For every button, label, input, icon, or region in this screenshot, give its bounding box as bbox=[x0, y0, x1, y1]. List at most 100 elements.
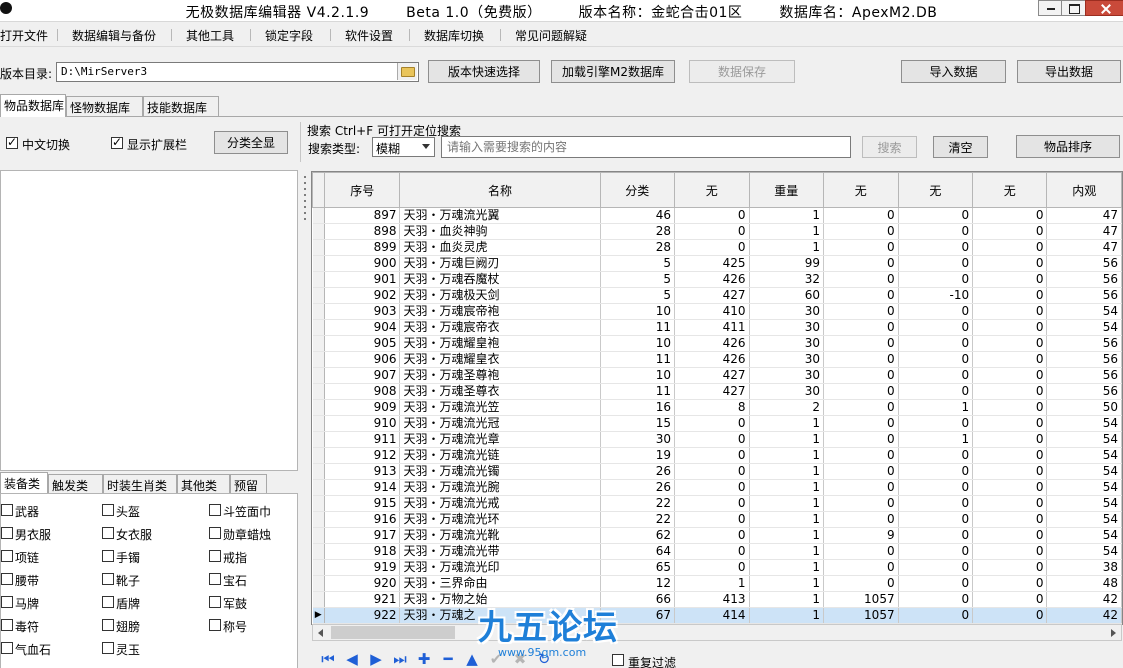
table-cell[interactable]: 0 bbox=[674, 463, 750, 480]
table-cell[interactable]: 900 bbox=[324, 255, 401, 272]
row-indicator[interactable] bbox=[312, 463, 325, 480]
table-cell[interactable]: 天羽・万魂耀皇衣 bbox=[399, 351, 601, 368]
row-indicator[interactable] bbox=[312, 255, 325, 272]
table-cell[interactable]: 54 bbox=[1046, 319, 1122, 336]
table-cell[interactable]: 0 bbox=[823, 287, 899, 304]
export-data-button[interactable]: 导出数据 bbox=[1017, 60, 1121, 83]
table-cell[interactable]: 0 bbox=[898, 335, 974, 352]
table-cell[interactable]: 0 bbox=[898, 575, 974, 592]
table-cell[interactable]: 1 bbox=[898, 399, 974, 416]
table-cell[interactable]: 54 bbox=[1046, 415, 1122, 432]
table-cell[interactable]: 0 bbox=[898, 239, 974, 256]
table-cell[interactable]: 0 bbox=[823, 575, 899, 592]
table-cell[interactable]: 54 bbox=[1046, 431, 1122, 448]
table-cell[interactable]: 8 bbox=[674, 399, 750, 416]
menu-settings[interactable]: 软件设置 bbox=[345, 27, 393, 44]
col-header-none-3[interactable]: 无 bbox=[897, 172, 974, 208]
table-cell[interactable]: 2 bbox=[749, 399, 824, 416]
table-row[interactable]: 915 天羽・万魂流光戒 22 0 1 0 0 0 54 bbox=[312, 495, 1122, 512]
table-row[interactable]: 902 天羽・万魂极天剑 5 427 60 0 -10 0 56 bbox=[312, 287, 1122, 304]
table-cell[interactable]: 0 bbox=[823, 351, 899, 368]
table-cell[interactable]: 0 bbox=[823, 431, 899, 448]
maximize-icon[interactable] bbox=[1061, 0, 1086, 16]
table-cell[interactable]: 天羽・万魂流光章 bbox=[399, 431, 601, 448]
table-cell[interactable]: 99 bbox=[749, 255, 824, 272]
table-cell[interactable]: 0 bbox=[823, 383, 899, 400]
table-cell[interactable]: 0 bbox=[972, 335, 1048, 352]
tab-monster-db[interactable]: 怪物数据库 bbox=[66, 96, 143, 116]
table-cell[interactable]: 0 bbox=[823, 239, 899, 256]
table-cell[interactable]: 5 bbox=[600, 271, 675, 288]
table-cell[interactable]: 0 bbox=[972, 319, 1048, 336]
table-cell[interactable]: 天羽・万魂极天剑 bbox=[399, 287, 601, 304]
table-cell[interactable]: 28 bbox=[600, 239, 675, 256]
category-checkbox[interactable] bbox=[1, 573, 13, 585]
save-data-button[interactable]: 数据保存 bbox=[689, 60, 795, 83]
row-indicator[interactable] bbox=[312, 367, 325, 384]
table-cell[interactable]: 5 bbox=[600, 255, 675, 272]
table-cell[interactable]: 897 bbox=[324, 207, 401, 224]
import-data-button[interactable]: 导入数据 bbox=[901, 60, 1006, 83]
load-engine-button[interactable]: 加载引擎M2数据库 bbox=[551, 60, 675, 83]
table-cell[interactable]: 47 bbox=[1046, 223, 1122, 240]
table-cell[interactable]: 0 bbox=[898, 543, 974, 560]
table-cell[interactable]: 0 bbox=[898, 607, 974, 624]
next-record-icon[interactable]: ▶ bbox=[366, 650, 386, 668]
table-cell[interactable]: 906 bbox=[324, 351, 401, 368]
search-type-select[interactable]: 模糊 bbox=[372, 137, 435, 157]
row-indicator[interactable] bbox=[312, 431, 325, 448]
table-cell[interactable]: 0 bbox=[823, 271, 899, 288]
category-checkbox[interactable] bbox=[102, 573, 114, 585]
table-cell[interactable]: 905 bbox=[324, 335, 401, 352]
table-row[interactable]: 903 天羽・万魂宸帝袍 10 410 30 0 0 0 54 bbox=[312, 303, 1122, 320]
scroll-right-icon[interactable] bbox=[1111, 629, 1116, 637]
table-cell[interactable]: 1 bbox=[749, 431, 824, 448]
table-cell[interactable]: 天羽・万魂流光环 bbox=[399, 511, 601, 528]
table-cell[interactable]: 0 bbox=[674, 479, 750, 496]
table-cell[interactable]: 50 bbox=[1046, 399, 1122, 416]
table-cell[interactable]: 0 bbox=[823, 303, 899, 320]
table-cell[interactable]: 天羽・万魂吞魔杖 bbox=[399, 271, 601, 288]
cat-tab-fashion[interactable]: 时装生肖类 bbox=[103, 474, 177, 493]
menu-open-file[interactable]: 打开文件 bbox=[0, 27, 48, 44]
table-cell[interactable]: 903 bbox=[324, 303, 401, 320]
table-cell[interactable]: 15 bbox=[600, 415, 675, 432]
table-cell[interactable]: 426 bbox=[674, 271, 750, 288]
table-cell[interactable]: 56 bbox=[1046, 335, 1122, 352]
row-indicator[interactable]: ▶ bbox=[312, 607, 325, 624]
table-cell[interactable]: 899 bbox=[324, 239, 401, 256]
table-cell[interactable]: 54 bbox=[1046, 303, 1122, 320]
table-cell[interactable]: 912 bbox=[324, 447, 401, 464]
table-cell[interactable]: 0 bbox=[898, 559, 974, 576]
row-indicator[interactable] bbox=[312, 495, 325, 512]
row-indicator[interactable] bbox=[312, 239, 325, 256]
row-indicator[interactable] bbox=[312, 207, 325, 224]
table-cell[interactable]: 天羽・血炎灵虎 bbox=[399, 239, 601, 256]
table-cell[interactable]: 56 bbox=[1046, 367, 1122, 384]
table-cell[interactable]: 54 bbox=[1046, 479, 1122, 496]
table-cell[interactable]: 911 bbox=[324, 431, 401, 448]
table-cell[interactable]: 30 bbox=[749, 335, 824, 352]
table-cell[interactable]: 0 bbox=[823, 223, 899, 240]
table-cell[interactable]: 5 bbox=[600, 287, 675, 304]
table-row[interactable]: 920 天羽・三界命由 12 1 1 0 0 0 48 bbox=[312, 575, 1122, 592]
table-cell[interactable]: 0 bbox=[972, 287, 1048, 304]
table-cell[interactable]: 1 bbox=[749, 479, 824, 496]
table-cell[interactable]: 0 bbox=[972, 431, 1048, 448]
category-checkbox[interactable] bbox=[102, 527, 114, 539]
table-cell[interactable]: 0 bbox=[898, 495, 974, 512]
table-cell[interactable]: 0 bbox=[972, 479, 1048, 496]
chinese-switch-checkbox[interactable] bbox=[6, 135, 18, 149]
row-indicator[interactable] bbox=[312, 447, 325, 464]
tab-skill-db[interactable]: 技能数据库 bbox=[143, 96, 219, 116]
table-cell[interactable]: 1 bbox=[749, 207, 824, 224]
table-row[interactable]: 897 天羽・万魂流光翼 46 0 1 0 0 0 47 bbox=[312, 207, 1122, 224]
table-cell[interactable]: 0 bbox=[972, 463, 1048, 480]
table-cell[interactable]: 1 bbox=[749, 559, 824, 576]
category-checkbox[interactable] bbox=[102, 504, 114, 516]
tab-item-db[interactable]: 物品数据库 bbox=[0, 94, 66, 117]
table-cell[interactable]: 0 bbox=[972, 223, 1048, 240]
table-cell[interactable]: 1 bbox=[749, 415, 824, 432]
row-indicator[interactable] bbox=[312, 415, 325, 432]
category-checkbox[interactable] bbox=[209, 504, 221, 516]
